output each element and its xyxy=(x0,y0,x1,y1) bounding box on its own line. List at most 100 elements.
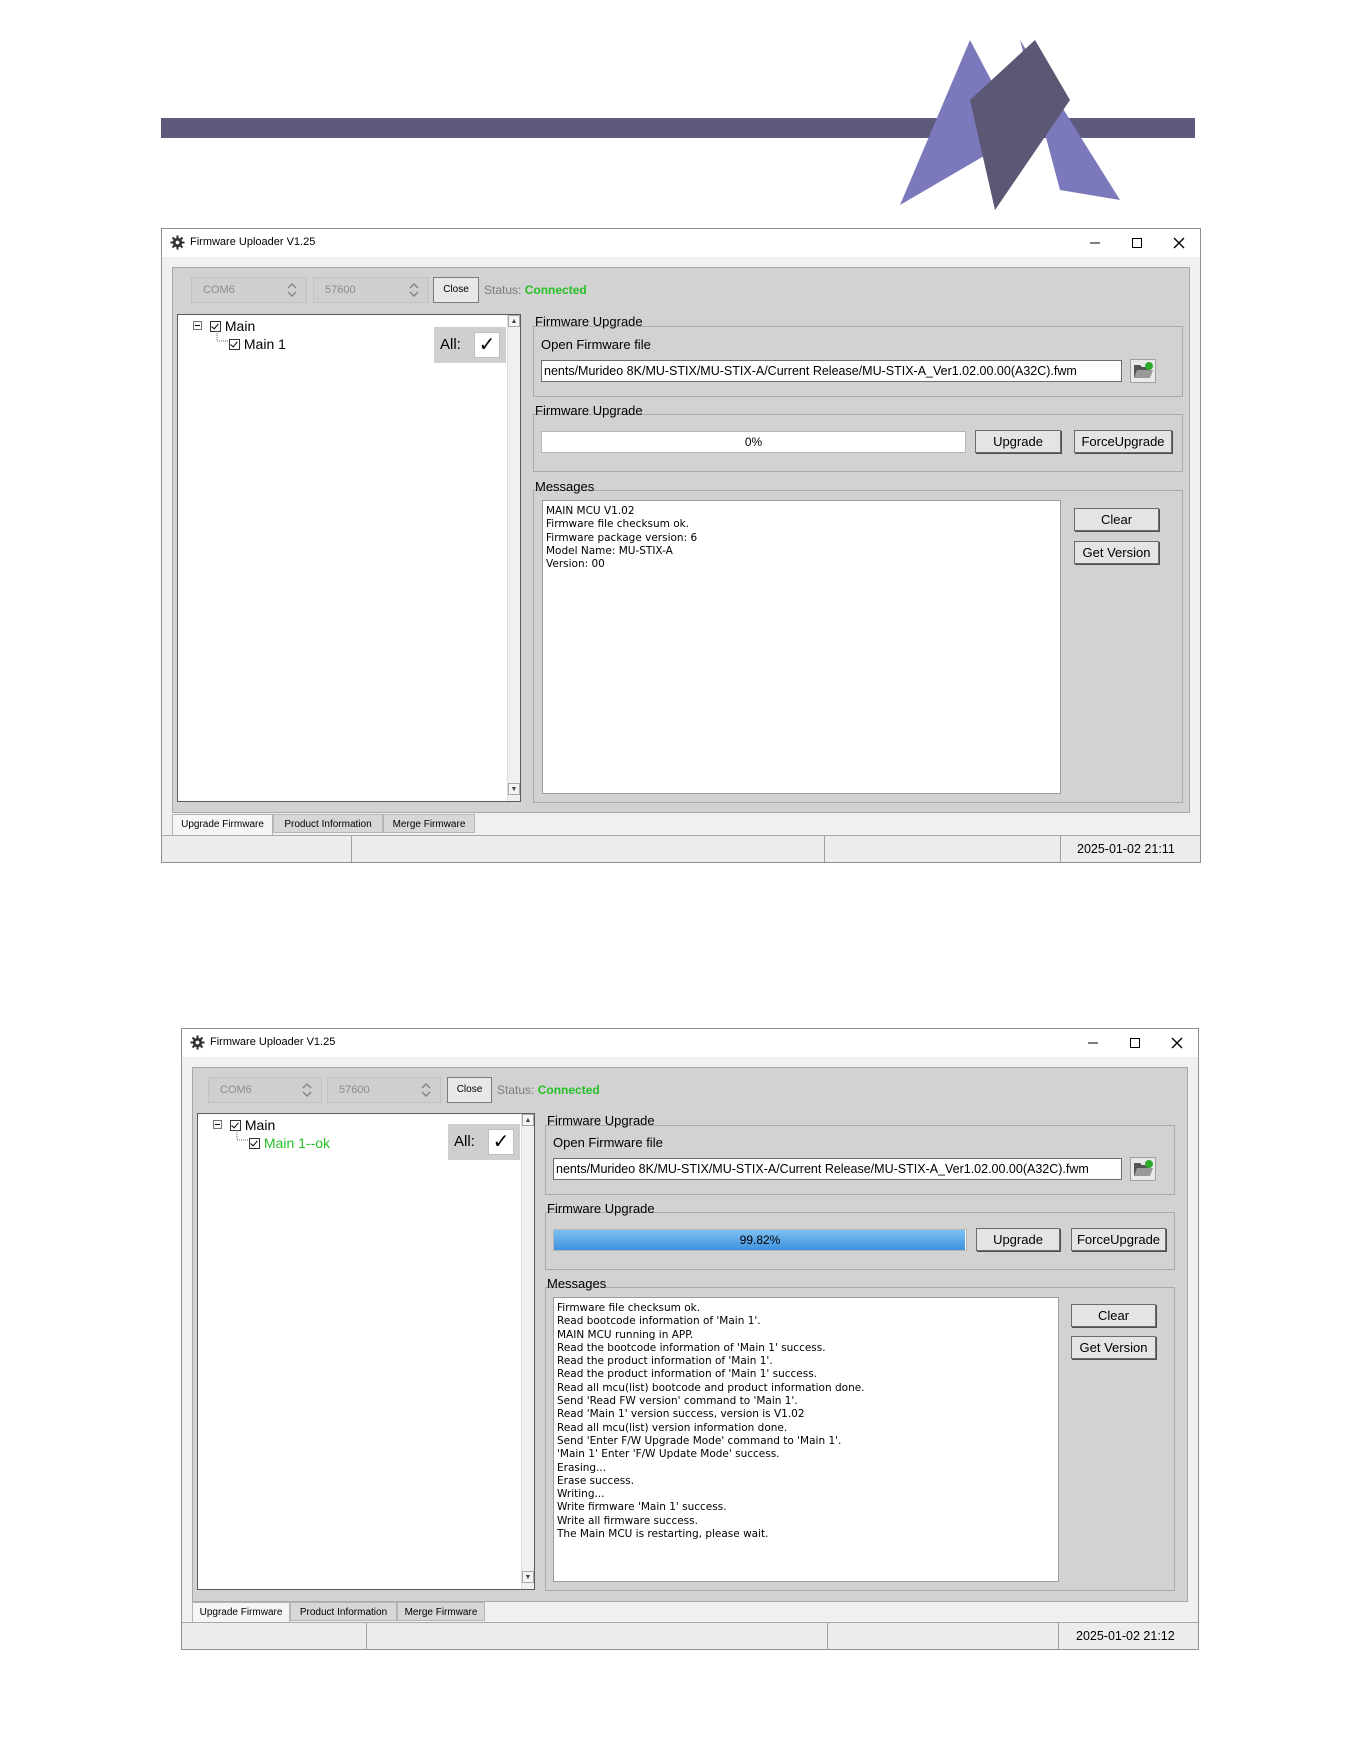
force-upgrade-button[interactable]: ForceUpgrade xyxy=(1074,430,1172,453)
maximize-icon xyxy=(1132,238,1142,248)
scroll-down-icon[interactable]: ▼ xyxy=(508,783,520,795)
message-line: Erase success. xyxy=(557,1474,635,1487)
checkbox-main-1[interactable] xyxy=(229,339,240,350)
status-label: Status: xyxy=(484,283,522,297)
scroll-down-icon[interactable]: ▼ xyxy=(522,1571,534,1583)
select-all[interactable]: All: ✓ xyxy=(448,1124,520,1160)
tree-node-main-1[interactable]: Main 1 xyxy=(229,336,286,352)
scroll-up-icon[interactable]: ▲ xyxy=(522,1114,534,1126)
message-line: Firmware file checksum ok. xyxy=(546,518,690,531)
tab-merge-firmware[interactable]: Merge Firmware xyxy=(383,814,475,833)
upgrade-button[interactable]: Upgrade xyxy=(976,1228,1060,1251)
status-segment xyxy=(824,836,1061,862)
baud-rate-select[interactable]: 57600 xyxy=(313,277,429,303)
message-line: Erasing... xyxy=(557,1461,607,1474)
message-line: Read all mcu(list) version information d… xyxy=(557,1421,788,1434)
get-version-button[interactable]: Get Version xyxy=(1074,541,1159,564)
clear-button[interactable]: Clear xyxy=(1071,1304,1156,1327)
main-panel: COM6 57600 Close Status: Connected Main … xyxy=(172,267,1190,813)
upgrade-progress-bar: 0% xyxy=(541,431,966,453)
firmware-file-group-title: Firmware Upgrade xyxy=(547,1113,655,1128)
close-icon xyxy=(1173,237,1185,249)
get-version-button[interactable]: Get Version xyxy=(1071,1336,1156,1359)
close-window-button[interactable] xyxy=(1156,1029,1198,1057)
firmware-file-path-input[interactable]: nents/Murideo 8K/MU-STIX/MU-STIX-A/Curre… xyxy=(553,1158,1122,1180)
collapse-toggle[interactable] xyxy=(193,321,202,330)
firmware-uploader-window-1: Firmware Uploader V1.25 COM6 57600 Close… xyxy=(161,228,1201,863)
checkbox-main-1[interactable] xyxy=(249,1138,260,1149)
title-bar: Firmware Uploader V1.25 xyxy=(182,1029,1198,1057)
message-line: Read the product information of 'Main 1'… xyxy=(557,1368,818,1381)
folder-open-icon xyxy=(1134,362,1153,378)
force-upgrade-button[interactable]: ForceUpgrade xyxy=(1071,1228,1166,1251)
window-title: Firmware Uploader V1.25 xyxy=(190,236,316,248)
close-window-button[interactable] xyxy=(1158,229,1200,257)
tab-product-information[interactable]: Product Information xyxy=(290,1602,397,1621)
tree-node-main-1[interactable]: Main 1--ok xyxy=(249,1135,330,1151)
com-port-select[interactable]: COM6 xyxy=(191,277,307,303)
status-segment xyxy=(351,836,825,862)
status-bar: 2025-01-02 21:12 xyxy=(182,1622,1198,1649)
firmware-file-group-title: Firmware Upgrade xyxy=(535,314,643,329)
tab-upgrade-firmware[interactable]: Upgrade Firmware xyxy=(192,1602,290,1623)
com-port-select[interactable]: COM6 xyxy=(208,1077,322,1103)
maximize-icon xyxy=(1130,1038,1140,1048)
spinner-arrows-icon xyxy=(302,1082,312,1098)
upgrade-progress-bar: 99.82% xyxy=(553,1229,967,1251)
status-segment xyxy=(366,1623,828,1649)
gear-icon xyxy=(190,1035,205,1050)
device-tree[interactable]: Main Main 1--ok All: ✓ ▲ ▼ xyxy=(197,1113,535,1590)
message-line: MAIN MCU running in APP. xyxy=(557,1328,694,1341)
messages-group-title: Messages xyxy=(535,479,595,494)
progress-text: 99.82% xyxy=(739,1233,781,1247)
progress-text: 0% xyxy=(744,435,763,449)
timestamp: 2025-01-02 21:11 xyxy=(1077,842,1175,856)
tab-merge-firmware[interactable]: Merge Firmware xyxy=(397,1602,485,1621)
open-folder-button[interactable] xyxy=(1130,359,1156,383)
minimize-icon xyxy=(1088,1042,1098,1044)
messages-log[interactable]: MAIN MCU V1.02 Firmware file checksum ok.… xyxy=(542,500,1061,794)
message-line: Firmware package version: 6 xyxy=(546,531,698,544)
collapse-toggle[interactable] xyxy=(213,1120,222,1129)
messages-log[interactable]: Firmware file checksum ok. Read bootcode … xyxy=(553,1297,1059,1582)
all-checkbox[interactable]: ✓ xyxy=(488,1129,514,1155)
close-port-button[interactable]: Close xyxy=(433,277,479,303)
close-port-button[interactable]: Close xyxy=(447,1077,492,1103)
status-label: Status: xyxy=(497,1083,535,1097)
message-line: Version: 00 xyxy=(546,558,605,571)
tab-product-information[interactable]: Product Information xyxy=(273,814,383,833)
select-all[interactable]: All: ✓ xyxy=(434,327,506,363)
baud-rate-value: 57600 xyxy=(325,284,356,296)
minimize-button[interactable] xyxy=(1074,229,1116,257)
scroll-up-icon[interactable]: ▲ xyxy=(508,315,520,327)
message-line: Firmware file checksum ok. xyxy=(557,1302,701,1314)
message-line: Read the bootcode information of 'Main 1… xyxy=(557,1341,826,1354)
message-line: 'Main 1' Enter 'F/W Update Mode' success… xyxy=(557,1448,780,1461)
baud-rate-select[interactable]: 57600 xyxy=(327,1077,441,1103)
firmware-uploader-window-2: Firmware Uploader V1.25 COM6 57600 Close… xyxy=(181,1028,1199,1650)
folder-open-icon xyxy=(1134,1160,1153,1176)
maximize-button[interactable] xyxy=(1114,1029,1156,1057)
open-folder-button[interactable] xyxy=(1130,1157,1156,1181)
tree-scrollbar[interactable]: ▲ ▼ xyxy=(521,1114,534,1589)
tree-scrollbar[interactable]: ▲ ▼ xyxy=(507,315,520,801)
message-line: Writing... xyxy=(557,1488,605,1501)
tab-upgrade-firmware[interactable]: Upgrade Firmware xyxy=(172,814,273,835)
message-line: Write firmware 'Main 1' success. xyxy=(557,1501,727,1514)
spinner-arrows-icon xyxy=(421,1082,431,1098)
minimize-button[interactable] xyxy=(1072,1029,1114,1057)
status-value: Connected xyxy=(524,283,587,297)
upgrade-button[interactable]: Upgrade xyxy=(975,430,1061,453)
all-checkbox[interactable]: ✓ xyxy=(474,332,500,358)
message-line: Read 'Main 1' version success, version i… xyxy=(557,1408,805,1421)
com-port-value: COM6 xyxy=(203,284,235,296)
device-tree[interactable]: Main Main 1 All: ✓ ▲ ▼ xyxy=(177,314,521,802)
firmware-file-path-input[interactable]: nents/Murideo 8K/MU-STIX/MU-STIX-A/Curre… xyxy=(541,360,1122,382)
message-line: Read the product information of 'Main 1'… xyxy=(557,1355,773,1368)
maximize-button[interactable] xyxy=(1116,229,1158,257)
message-line: The Main MCU is restarting, please wait. xyxy=(557,1528,769,1541)
clear-button[interactable]: Clear xyxy=(1074,508,1159,531)
minimize-icon xyxy=(1090,242,1100,244)
com-port-value: COM6 xyxy=(220,1084,252,1096)
message-line: MAIN MCU V1.02 xyxy=(546,505,635,517)
